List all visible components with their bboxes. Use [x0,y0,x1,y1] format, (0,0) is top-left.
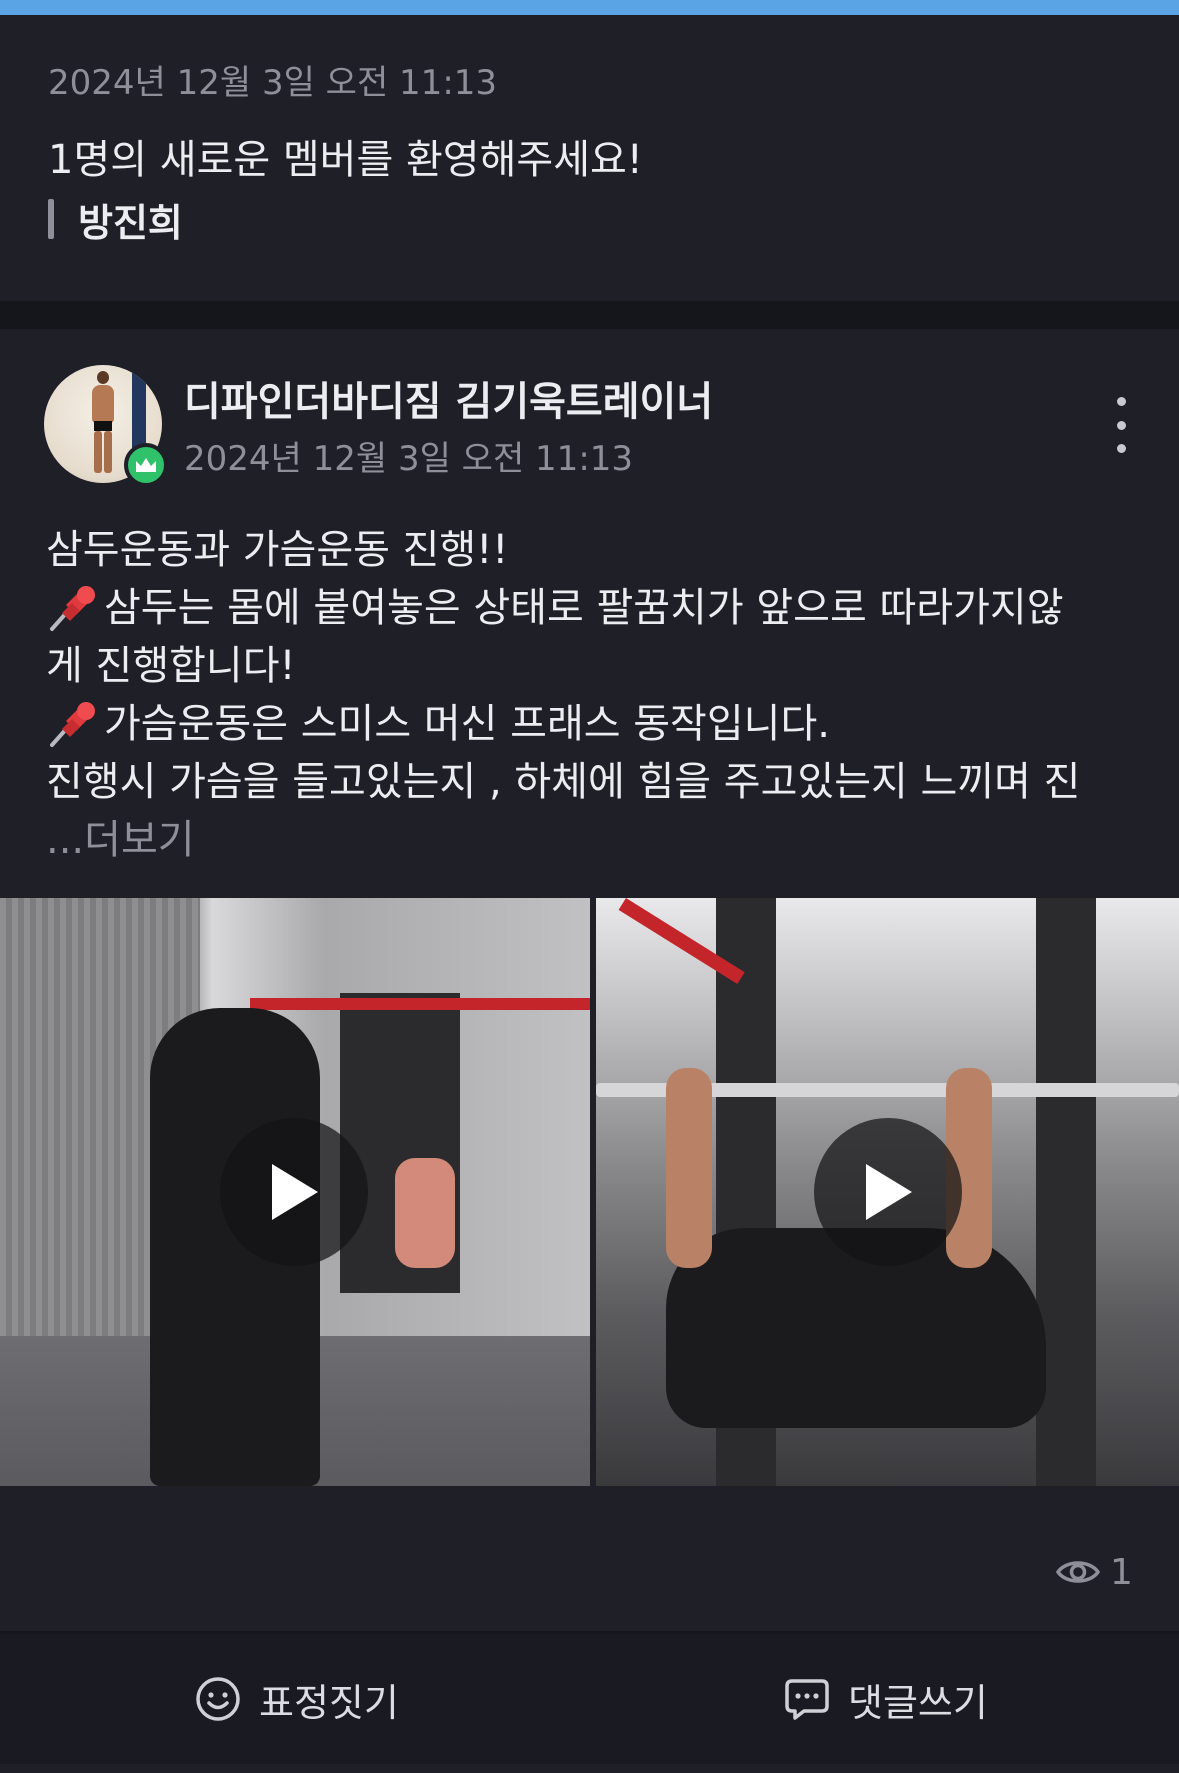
comment-label: 댓글쓰기 [848,1680,988,1725]
video-scene-person-bg [395,1158,455,1268]
view-count: 1 [1056,1547,1133,1597]
new-member-item[interactable]: 방진희 [48,199,183,245]
post-timestamp: 2024년 12월 3일 오전 11:13 [184,439,634,479]
notice-message: 1명의 새로운 멤버를 환영해주세요! [48,137,643,183]
video-thumbnail-1[interactable] [0,898,590,1486]
eye-icon [1056,1561,1100,1583]
post-line-text: 가슴운동은 스미스 머신 프래스 동작입니다. [104,701,830,747]
see-more-link[interactable]: 더보기 [84,811,194,869]
post-line-with-pin: 가슴운동은 스미스 머신 프래스 동작입니다. [46,695,1146,753]
top-accent-bar [0,0,1179,15]
video-scene-arm [666,1068,712,1268]
member-name[interactable]: 방진희 [78,192,183,247]
post-actions-bar: 표정짓기 댓글쓰기 [0,1634,1179,1764]
more-vertical-icon[interactable] [1106,397,1136,453]
post-card: 디파인더바디짐 김기욱트레이너 2024년 12월 3일 오전 11:13 삼두… [0,329,1179,1773]
chat-bubble-icon [785,1679,829,1720]
post-line: 진행시 가슴을 들고있는지 , 하체에 힘을 주고있는지 느끼며 진 [46,759,1081,805]
comment-button[interactable]: 댓글쓰기 [784,1634,988,1764]
video-thumbnail-2[interactable] [596,898,1179,1486]
post-body[interactable]: 삼두운동과 가슴운동 진행!! 삼두는 몸에 붙여놓은 상태로 팔꿈치가 앞으로… [46,521,1146,869]
member-indicator-bar [48,199,54,239]
view-count-value: 1 [1110,1551,1133,1593]
video-scene-red-bar [250,998,590,1010]
post-line-with-pin: 삼두는 몸에 붙여놓은 상태로 팔꿈치가 앞으로 따라가지않 [46,579,1146,637]
section-divider [0,301,1179,329]
pushpin-icon [50,702,95,747]
media-grid [0,898,1179,1486]
avatar-figure [90,371,114,475]
post-line: 게 진행합니다! [46,643,296,689]
play-icon[interactable] [220,1118,368,1266]
post-author[interactable]: 디파인더바디짐 김기욱트레이너 [184,369,713,427]
pushpin-icon [50,586,95,631]
react-button[interactable]: 표정짓기 [195,1634,399,1764]
crown-icon [124,443,168,487]
ellipsis: ... [46,817,85,863]
post-line-text: 삼두는 몸에 붙여놓은 상태로 팔꿈치가 앞으로 따라가지않 [104,585,1064,631]
react-label: 표정짓기 [259,1680,399,1725]
new-member-notice: 2024년 12월 3일 오전 11:13 1명의 새로운 멤버를 환영해주세요… [0,15,1179,301]
smiley-icon [196,1677,240,1721]
see-more-line[interactable]: ... 더보기 [46,811,1146,869]
play-icon[interactable] [814,1118,962,1266]
notice-timestamp: 2024년 12월 3일 오전 11:13 [48,63,498,103]
post-line: 삼두운동과 가슴운동 진행!! [46,527,509,573]
video-scene-rack [1036,898,1096,1486]
